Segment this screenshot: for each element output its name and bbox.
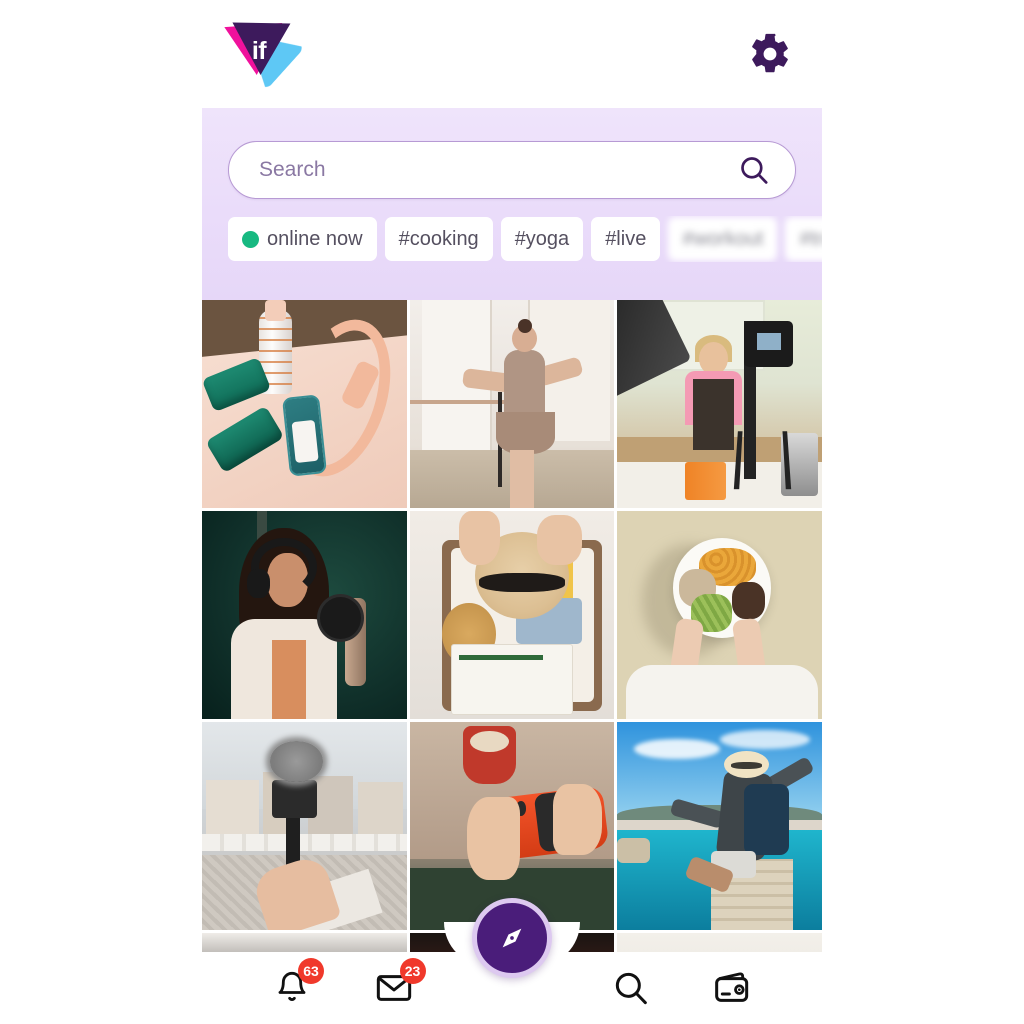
search-bar[interactable]: Search <box>228 141 796 199</box>
bottom-navigation: 63 23 <box>202 898 822 1024</box>
tile-image-fitness-flatlay <box>202 300 407 508</box>
filter-chip-label: online now <box>267 227 363 250</box>
app-bar: if <box>202 0 822 108</box>
wallet-icon <box>715 972 749 1002</box>
filter-chip-label: #live <box>605 227 647 250</box>
settings-button[interactable] <box>744 28 796 80</box>
filter-chip-label: #yoga <box>514 227 570 250</box>
filter-chip-cooking[interactable]: #cooking <box>384 217 493 261</box>
feed-tile[interactable] <box>617 722 822 930</box>
feed-tile[interactable] <box>202 511 407 719</box>
online-status-dot <box>242 230 259 248</box>
discover-photo-grid[interactable] <box>202 300 822 960</box>
search-input[interactable]: Search <box>259 158 737 182</box>
search-icon[interactable] <box>737 153 771 187</box>
notifications-badge: 63 <box>298 958 324 984</box>
if-logo[interactable]: if <box>222 13 305 91</box>
nav-item-discover[interactable] <box>472 898 552 978</box>
filter-chip-online-now[interactable]: online now <box>228 217 377 261</box>
filter-chip-label: #travel <box>799 227 822 250</box>
messages-badge: 23 <box>399 958 426 984</box>
filter-chip-label: #cooking <box>398 227 479 250</box>
nav-item-notifications[interactable]: 63 <box>264 958 324 1016</box>
feed-tile[interactable] <box>202 722 407 930</box>
filter-chip-row[interactable]: online now #cooking #yoga #live #workout… <box>228 216 822 262</box>
phone-screen: if Search online now #cooking #yoga #liv… <box>0 0 1024 1024</box>
nav-item-messages[interactable]: 23 <box>366 958 426 1016</box>
feed-tile[interactable] <box>617 511 822 719</box>
tile-image-traveler-sea <box>617 722 822 930</box>
tile-image-ballerina <box>409 300 615 508</box>
feed-tile[interactable] <box>617 300 822 508</box>
logo-wordmark: if <box>251 36 267 65</box>
compass-icon <box>502 928 522 948</box>
filter-chip-yoga[interactable]: #yoga <box>500 217 584 261</box>
nav-item-wallet[interactable] <box>704 960 760 1016</box>
feed-tile[interactable] <box>409 511 615 719</box>
filter-chip-blurred-1[interactable]: #workout <box>668 217 778 261</box>
filter-chip-label: #workout <box>682 227 764 250</box>
filter-chip-blurred-2[interactable]: #travel <box>785 217 822 261</box>
tile-image-buddha-bowl <box>617 511 822 719</box>
tile-image-cooking-vlogger <box>617 300 822 508</box>
gear-icon <box>752 33 788 73</box>
search-header-band: Search online now #cooking #yoga #live #… <box>202 108 822 300</box>
tile-image-vlog-camera-square <box>202 722 407 930</box>
tile-image-packing-suitcase <box>410 511 615 719</box>
search-icon <box>615 972 647 1005</box>
feed-tile[interactable] <box>409 300 615 508</box>
tile-image-studio-singer <box>202 511 407 719</box>
feed-tile[interactable] <box>202 300 407 508</box>
nav-item-search[interactable] <box>603 960 659 1016</box>
filter-chip-live[interactable]: #live <box>591 217 661 261</box>
